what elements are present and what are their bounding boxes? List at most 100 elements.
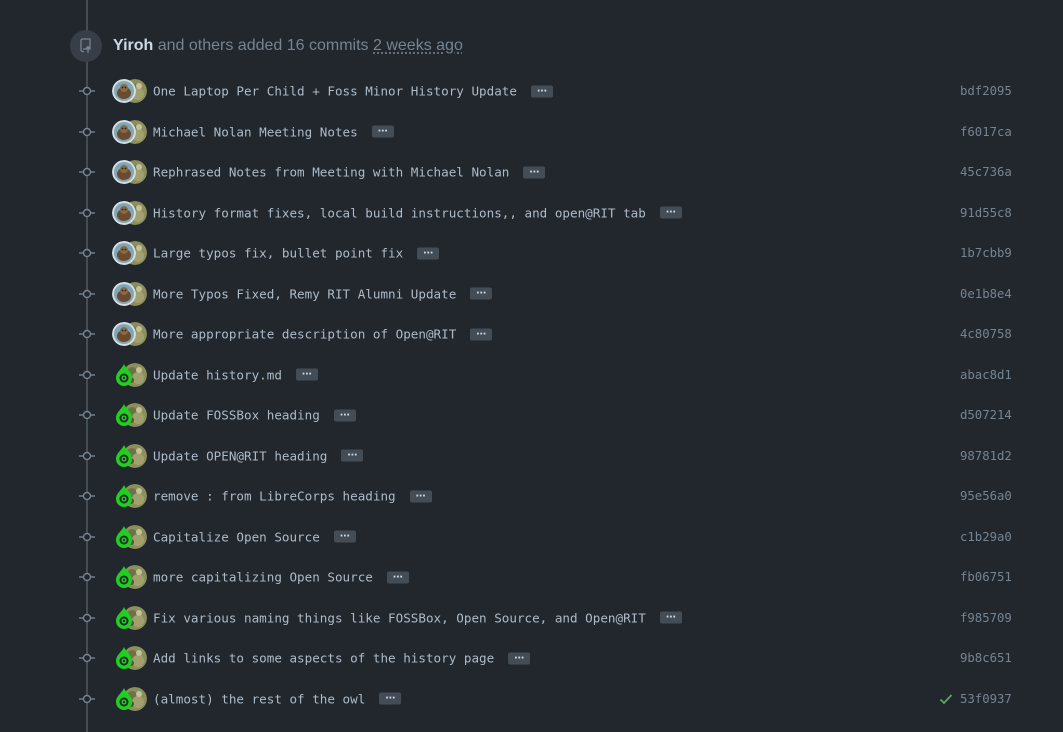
- git-commit-icon: [79, 289, 95, 298]
- commit-message-link[interactable]: One Laptop Per Child + Foss Minor Histor…: [153, 84, 517, 99]
- commit-message-link[interactable]: remove : from LibreCorps heading: [153, 489, 396, 504]
- author-avatar[interactable]: [112, 525, 136, 549]
- author-avatars[interactable]: [112, 281, 150, 306]
- check-status-icon[interactable]: [938, 691, 954, 707]
- author-avatars[interactable]: [112, 565, 150, 590]
- author-avatar[interactable]: [112, 119, 136, 144]
- commit-message-link[interactable]: Update FOSSBox heading: [153, 408, 320, 423]
- author-avatar[interactable]: [112, 484, 136, 508]
- relative-time-link[interactable]: 2 weeks ago: [373, 37, 463, 54]
- commit-list: One Laptop Per Child + Foss Minor Histor…: [0, 71, 1063, 719]
- commit-group-summary: Yiroh and others added 16 commits 2 week…: [113, 37, 463, 55]
- author-avatar[interactable]: [112, 160, 136, 185]
- commit-message-link[interactable]: more capitalizing Open Source: [153, 570, 373, 585]
- commit-message-link[interactable]: Large typos fix, bullet point fix: [153, 246, 403, 261]
- commit-sha-link[interactable]: 0e1b8e4: [960, 287, 1012, 301]
- commit-sha-link[interactable]: abac8d1: [960, 368, 1012, 382]
- author-avatar[interactable]: [112, 565, 136, 589]
- commit-message: Add links to some aspects of the history…: [153, 651, 531, 666]
- author-avatar[interactable]: [112, 363, 136, 387]
- commit-sha-link[interactable]: fb06751: [960, 570, 1012, 584]
- commit-sha-link[interactable]: 1b7cbb9: [960, 246, 1012, 260]
- commit-message-link[interactable]: Update history.md: [153, 367, 282, 382]
- commit-sha-link[interactable]: 45c736a: [960, 165, 1012, 179]
- commit-sha-link[interactable]: 91d55c8: [960, 206, 1012, 220]
- commit-row: More appropriate description of Open@RIT…: [0, 314, 1063, 355]
- expand-message-button[interactable]: …: [341, 448, 364, 462]
- author-avatar[interactable]: [112, 646, 136, 670]
- commit-message: More appropriate description of Open@RIT…: [153, 327, 493, 342]
- author-avatars[interactable]: [112, 646, 150, 671]
- commit-message-link[interactable]: More Typos Fixed, Remy RIT Alumni Update: [153, 286, 456, 301]
- commit-sha-link[interactable]: f6017ca: [960, 125, 1012, 139]
- commit-sha-link[interactable]: d507214: [960, 408, 1012, 422]
- commit-row: (almost) the rest of the owl … 53f0937: [0, 679, 1063, 720]
- expand-message-button[interactable]: …: [386, 570, 409, 584]
- expand-message-button[interactable]: …: [409, 489, 432, 503]
- author-avatar[interactable]: [112, 606, 136, 630]
- author-avatar[interactable]: [112, 444, 136, 468]
- commit-message-link[interactable]: (almost) the rest of the owl: [153, 691, 365, 706]
- expand-message-button[interactable]: …: [530, 84, 553, 98]
- expand-message-button[interactable]: …: [417, 246, 440, 260]
- author-avatar[interactable]: [112, 241, 136, 266]
- commit-message-link[interactable]: History format fixes, local build instru…: [153, 205, 646, 220]
- commit-message: (almost) the rest of the owl …: [153, 691, 402, 706]
- commit-sha-link[interactable]: f985709: [960, 611, 1012, 625]
- expand-message-button[interactable]: …: [371, 124, 394, 138]
- author-avatars[interactable]: [112, 362, 150, 387]
- author-avatars[interactable]: [112, 160, 150, 185]
- commit-message-link[interactable]: More appropriate description of Open@RIT: [153, 327, 456, 342]
- expand-message-button[interactable]: …: [379, 691, 402, 705]
- expand-message-button[interactable]: …: [333, 529, 356, 543]
- expand-message-button[interactable]: …: [295, 367, 318, 381]
- commit-message-link[interactable]: Fix various naming things like FOSSBox, …: [153, 610, 646, 625]
- commit-message-link[interactable]: Add links to some aspects of the history…: [153, 651, 494, 666]
- commit-sha-link[interactable]: 9b8c651: [960, 651, 1012, 665]
- author-avatar[interactable]: [112, 403, 136, 427]
- author-avatars[interactable]: [112, 686, 150, 711]
- expand-message-button[interactable]: …: [523, 165, 546, 179]
- author-avatars[interactable]: [112, 484, 150, 509]
- author-avatars[interactable]: [112, 241, 150, 266]
- commit-row: More Typos Fixed, Remy RIT Alumni Update…: [0, 274, 1063, 315]
- author-avatars[interactable]: [112, 403, 150, 428]
- author-avatars[interactable]: [112, 79, 150, 104]
- author-avatars[interactable]: [112, 443, 150, 468]
- commit-message-link[interactable]: Update OPEN@RIT heading: [153, 448, 327, 463]
- git-commit-icon: [79, 654, 95, 663]
- commit-message-link[interactable]: Rephrased Notes from Meeting with Michae…: [153, 165, 509, 180]
- author-avatar[interactable]: [112, 322, 136, 347]
- commit-sha-link[interactable]: 53f0937: [960, 692, 1012, 706]
- author-avatars[interactable]: [112, 322, 150, 347]
- expand-message-button[interactable]: …: [470, 327, 493, 341]
- expand-message-button[interactable]: …: [333, 408, 356, 422]
- commit-message: Update history.md …: [153, 367, 318, 382]
- expand-message-button[interactable]: …: [659, 205, 682, 219]
- commit-sha-link[interactable]: c1b29a0: [960, 530, 1012, 544]
- commit-message-link[interactable]: Michael Nolan Meeting Notes: [153, 124, 358, 139]
- git-commit-icon: [79, 411, 95, 420]
- commit-message-link[interactable]: Capitalize Open Source: [153, 529, 320, 544]
- commit-message: Update OPEN@RIT heading …: [153, 448, 364, 463]
- commit-sha-link[interactable]: 95e56a0: [960, 489, 1012, 503]
- author-avatar[interactable]: [112, 281, 136, 306]
- author-link[interactable]: Yiroh: [113, 37, 153, 54]
- commit-sha-link[interactable]: 98781d2: [960, 449, 1012, 463]
- expand-message-button[interactable]: …: [659, 610, 682, 624]
- commit-row: History format fixes, local build instru…: [0, 193, 1063, 234]
- author-avatars[interactable]: [112, 200, 150, 225]
- expand-message-button[interactable]: …: [508, 651, 531, 665]
- author-avatars[interactable]: [112, 119, 150, 144]
- commit-group-header: Yiroh and others added 16 commits 2 week…: [70, 30, 463, 62]
- author-avatars[interactable]: [112, 524, 150, 549]
- commit-sha-link[interactable]: 4c80758: [960, 327, 1012, 341]
- expand-message-button[interactable]: …: [470, 286, 493, 300]
- commit-sha-link[interactable]: bdf2095: [960, 84, 1012, 98]
- author-avatar[interactable]: [112, 687, 136, 711]
- git-commit-icon: [79, 370, 95, 379]
- author-avatars[interactable]: [112, 605, 150, 630]
- author-avatar[interactable]: [112, 79, 136, 104]
- git-commit-icon: [79, 613, 95, 622]
- author-avatar[interactable]: [112, 200, 136, 225]
